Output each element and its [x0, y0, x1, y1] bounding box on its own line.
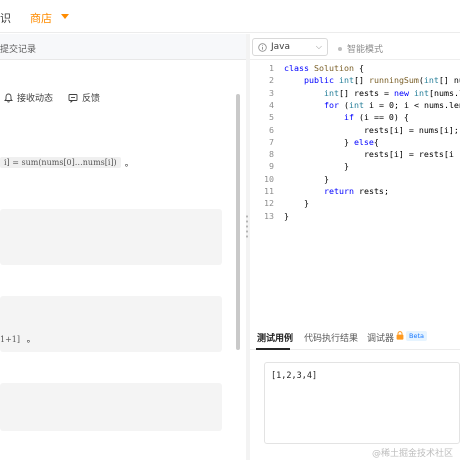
line-number: 7: [269, 136, 274, 147]
feedback-button[interactable]: 反馈: [68, 91, 100, 104]
language-select[interactable]: Java ⌵: [252, 38, 328, 56]
line-number: 2: [269, 75, 274, 86]
code-text: } else{: [284, 136, 379, 147]
code-text: class Solution {: [284, 63, 364, 73]
code-text: for (int i = 0; i < nums.len: [323, 99, 460, 110]
code-text: int[] rests = new int[nums.l: [323, 87, 460, 98]
code-line[interactable]: 13}: [250, 210, 460, 222]
editor-toolbar: Java ⌵ 智能模式: [250, 34, 460, 60]
lock-icon: [396, 331, 404, 340]
code-text: }: [284, 198, 309, 209]
example-block-2-text: 1+1] 。: [0, 332, 36, 345]
beta-badge: Beta: [406, 331, 427, 341]
active-tab-indicator: [256, 348, 290, 350]
line-number: 8: [269, 149, 274, 160]
tab-testcase[interactable]: 测试用例: [257, 331, 293, 344]
feedback-label: 反馈: [82, 94, 101, 104]
line-number: 11: [264, 186, 274, 196]
line-number: 5: [269, 112, 274, 123]
bell-icon: [4, 93, 13, 102]
line-number: 9: [269, 161, 274, 172]
code-line[interactable]: 7 } else{: [250, 136, 460, 148]
testcase-input[interactable]: [1,2,3,4]: [264, 362, 460, 444]
code-line[interactable]: 6 rests[i] = nums[i];: [250, 124, 460, 136]
formula-punct: 。: [124, 159, 134, 169]
example-block-3: [0, 383, 222, 431]
code-text: }: [284, 173, 329, 184]
smart-mode-toggle[interactable]: 智能模式: [338, 42, 383, 55]
code-line[interactable]: 5 if (i == 0) {: [250, 111, 460, 123]
code-text: return rests;: [323, 186, 389, 196]
nav-item-partial[interactable]: 识: [0, 10, 11, 26]
example-block-1: [0, 209, 222, 265]
problem-pane: 提交记录 接收动态 反馈 i] = sum(nums[0]…nums[i]) 。…: [0, 34, 246, 460]
example-punct: 。: [26, 335, 36, 345]
code-editor[interactable]: 1 class Solution {2 public int[] runningS…: [250, 60, 460, 320]
line-number: 12: [264, 198, 274, 209]
code-text: if (i == 0) {: [343, 112, 409, 123]
problem-scrollbar[interactable]: [236, 94, 240, 350]
problem-tabbar: 提交记录: [0, 34, 246, 60]
info-icon: [258, 42, 267, 52]
nav-item-store[interactable]: 商店: [30, 10, 52, 26]
console-tabbar: 测试用例 代码执行结果 调试器: [250, 322, 460, 350]
code-line[interactable]: 1 class Solution {: [250, 62, 460, 74]
code-line[interactable]: 3 int[] rests = new int[nums.l: [250, 87, 460, 99]
code-line[interactable]: 9 }: [250, 160, 460, 172]
code-line[interactable]: 8 rests[i] = rests[i: [250, 148, 460, 160]
problem-formula: i] = sum(nums[0]…nums[i]) 。: [0, 155, 134, 170]
code-text: public int[] runningSum(int[] nu: [303, 75, 460, 86]
store-dropdown-icon[interactable]: [61, 14, 69, 19]
code-line[interactable]: 10 }: [250, 173, 460, 185]
watermark: @稀土掘金技术社区: [372, 449, 454, 459]
code-line[interactable]: 11 return rests;: [250, 185, 460, 197]
toggle-dot-icon: [338, 46, 342, 51]
language-label: Java: [271, 42, 291, 52]
line-number: 1: [269, 63, 274, 73]
subscribe-button[interactable]: 接收动态: [4, 91, 53, 104]
line-number: 3: [269, 87, 274, 98]
subscribe-label: 接收动态: [17, 94, 54, 104]
drag-handle-icon[interactable]: [245, 214, 249, 238]
code-text: rests[i] = nums[i];: [363, 124, 459, 135]
code-line[interactable]: 4 for (int i = 0; i < nums.len: [250, 99, 460, 111]
tab-debugger[interactable]: 调试器: [367, 331, 394, 344]
top-nav: 识 商店: [0, 0, 460, 33]
chevron-down-icon: ⌵: [315, 42, 322, 51]
line-number: 13: [264, 210, 274, 221]
tab-result[interactable]: 代码执行结果: [304, 331, 358, 344]
smart-mode-label: 智能模式: [347, 45, 384, 55]
code-text: }: [284, 210, 289, 221]
tab-submissions[interactable]: 提交记录: [0, 42, 36, 55]
code-text: }: [284, 161, 349, 172]
line-number: 10: [264, 173, 274, 184]
line-number: 4: [269, 99, 274, 110]
formula-code: i] = sum(nums[0]…nums[i]): [0, 157, 121, 168]
feedback-icon: [68, 93, 78, 103]
code-line[interactable]: 2 public int[] runningSum(int[] nu: [250, 74, 460, 86]
code-text: rests[i] = rests[i: [363, 149, 454, 160]
line-number: 6: [269, 124, 274, 135]
code-line[interactable]: 12 }: [250, 197, 460, 209]
example-text: 1+1]: [0, 335, 21, 344]
